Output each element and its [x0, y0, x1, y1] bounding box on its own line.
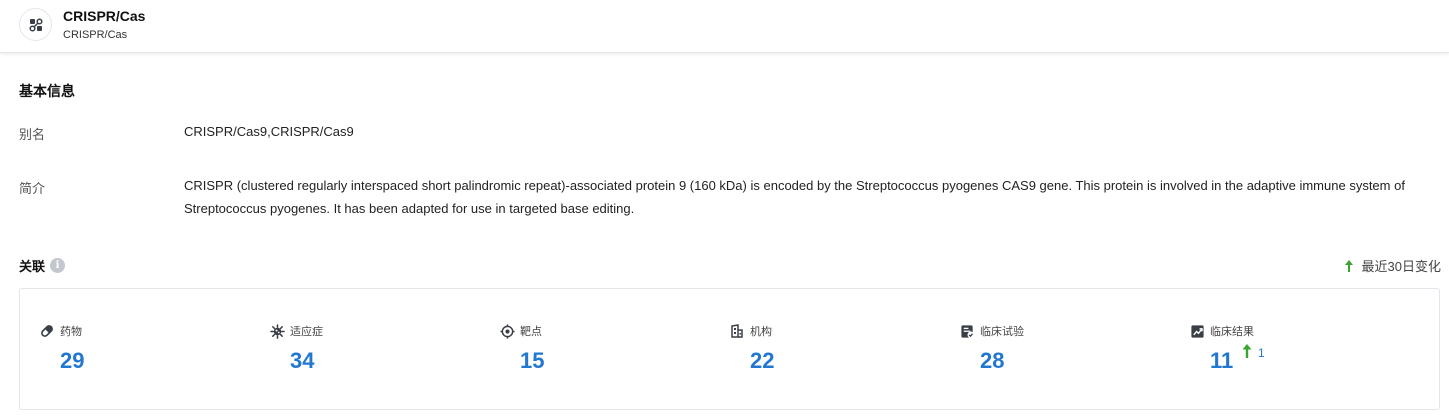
stat-drugs-value[interactable]: 29: [60, 348, 84, 374]
arrow-up-icon: [1242, 343, 1252, 364]
alias-value: CRISPR/Cas9,CRISPR/Cas9: [184, 124, 354, 139]
clinical-trial-icon: [959, 323, 975, 339]
stat-clinical-trials-label: 临床试验: [980, 326, 1024, 338]
stat-clinical-results-change-value: 1: [1258, 345, 1265, 360]
related-heading: 关联 i: [19, 256, 66, 275]
recent-change-legend: 最近30日变化: [1344, 256, 1441, 275]
stat-targets-value[interactable]: 15: [520, 348, 544, 374]
building-icon: [729, 323, 745, 339]
stat-clinical-trials[interactable]: 临床试验 28: [959, 323, 1159, 383]
stat-indications-label: 适应症: [290, 326, 323, 338]
stat-drugs[interactable]: 药物 29: [39, 323, 239, 383]
stat-indications[interactable]: 适应症 34: [269, 323, 469, 383]
recent-change-label: 最近30日变化: [1361, 259, 1441, 274]
arrow-up-icon: [1344, 259, 1354, 273]
page-title: CRISPR/Cas: [63, 8, 146, 24]
clinical-result-icon: [1189, 323, 1205, 339]
stat-drugs-label: 药物: [60, 326, 82, 338]
basic-info-heading: 基本信息: [19, 83, 75, 99]
target-icon: [499, 323, 515, 339]
info-icon[interactable]: i: [50, 258, 66, 273]
description-label: 简介: [19, 181, 46, 196]
description-value: CRISPR (clustered regularly interspaced …: [184, 178, 1405, 216]
stat-organizations-label: 机构: [750, 326, 772, 338]
pill-icon: [39, 323, 55, 339]
stat-clinical-results[interactable]: 临床结果 11 1: [1189, 323, 1389, 383]
stat-indications-value[interactable]: 34: [290, 348, 314, 374]
virus-icon: [269, 323, 285, 339]
stat-clinical-results-change: 1: [1242, 343, 1265, 364]
stat-clinical-results-value[interactable]: 11: [1210, 348, 1233, 374]
page-subtitle: CRISPR/Cas: [63, 29, 128, 41]
molecule-icon: [19, 8, 52, 41]
stat-targets-label: 靶点: [520, 326, 542, 338]
stat-organizations[interactable]: 机构 22: [729, 323, 929, 383]
page-header: CRISPR/Cas CRISPR/Cas: [0, 0, 1449, 53]
stat-clinical-results-label: 临床结果: [1210, 326, 1254, 338]
stat-organizations-value[interactable]: 22: [750, 348, 774, 374]
related-title: 关联: [19, 259, 46, 274]
related-stats-panel: 药物 29 适应症 34 靶点 15 机构 22 临床试验 28 临床结果 11…: [19, 288, 1440, 410]
stat-targets[interactable]: 靶点 15: [499, 323, 699, 383]
alias-label: 别名: [19, 127, 46, 142]
stat-clinical-trials-value[interactable]: 28: [980, 348, 1004, 374]
